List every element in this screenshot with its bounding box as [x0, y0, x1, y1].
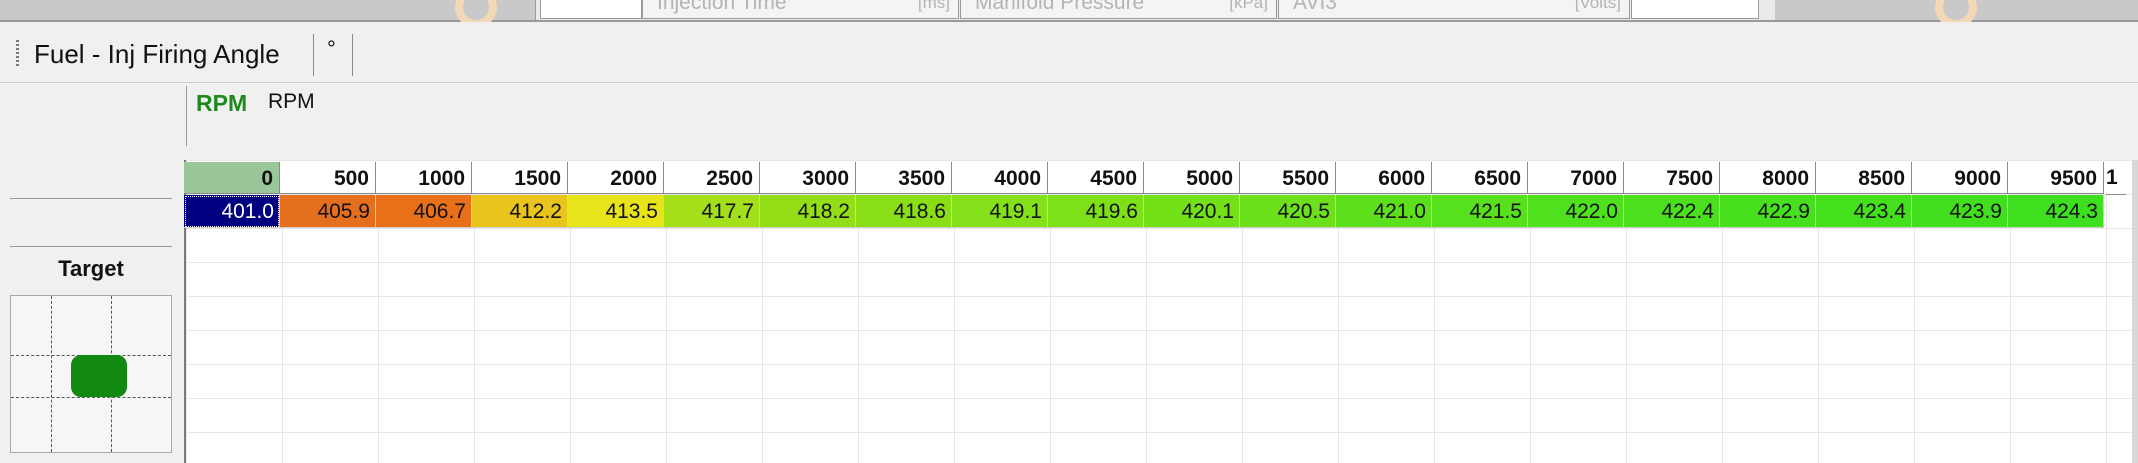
table-cell[interactable]: 421.5 — [1432, 195, 1528, 228]
table-cell[interactable]: 423.4 — [1816, 195, 1912, 228]
scrollbar-edge[interactable] — [2132, 160, 2138, 463]
channel-name: AVI3 — [1293, 0, 1337, 14]
column-header-0[interactable]: 0 — [184, 162, 280, 194]
channel-injection-time: Injection Time [ms] — [642, 0, 959, 19]
gauge-panel-left — [0, 0, 536, 28]
channel-unit: [ms] — [917, 0, 950, 12]
column-header-4000[interactable]: 4000 — [952, 162, 1048, 194]
column-header-6500[interactable]: 6500 — [1432, 162, 1528, 194]
column-header-5000[interactable]: 5000 — [1144, 162, 1240, 194]
table-cell[interactable]: 424.3 — [2008, 195, 2104, 228]
table-cell[interactable]: 418.6 — [856, 195, 952, 228]
channel-unit: [Volts] — [1574, 0, 1621, 12]
divider — [10, 246, 172, 247]
channel-strip: Injection Time [ms] Manifold Pressure [k… — [0, 0, 2138, 28]
channel-value-box — [1631, 0, 1759, 19]
table-cell[interactable]: 419.1 — [952, 195, 1048, 228]
table-cell[interactable]: 412.2 — [472, 195, 568, 228]
table-cell[interactable]: 418.2 — [760, 195, 856, 228]
column-header-1000[interactable]: 1000 — [376, 162, 472, 194]
gauge-panel-right — [1775, 0, 2138, 28]
column-header-7500[interactable]: 7500 — [1624, 162, 1720, 194]
table-cell[interactable]: 423.9 — [1912, 195, 2008, 228]
table-cell[interactable]: 417.7 — [664, 195, 760, 228]
column-header-5500[interactable]: 5500 — [1240, 162, 1336, 194]
column-header-8500[interactable]: 8500 — [1816, 162, 1912, 194]
column-header-500[interactable]: 500 — [280, 162, 376, 194]
crosshair-line — [11, 397, 171, 398]
toolbar-grip-icon[interactable] — [16, 40, 19, 66]
column-header-3000[interactable]: 3000 — [760, 162, 856, 194]
table-unit: ° — [327, 36, 336, 61]
table-cell[interactable]: 405.9 — [280, 195, 376, 228]
target-label: Target — [58, 256, 124, 281]
channel-name: Injection Time — [657, 0, 787, 14]
channel-value-box — [540, 0, 642, 19]
column-header-7000[interactable]: 7000 — [1528, 162, 1624, 194]
column-header-1500[interactable]: 1500 — [472, 162, 568, 194]
table-cell[interactable]: 413.5 — [568, 195, 664, 228]
target-marker — [71, 355, 127, 397]
channel-avi3: AVI3 [Volts] — [1278, 0, 1630, 19]
column-header-overflow[interactable]: 1 — [2106, 162, 2126, 195]
column-header-4500[interactable]: 4500 — [1048, 162, 1144, 194]
axis-short-name: RPM — [196, 90, 248, 116]
table-cell[interactable]: 421.0 — [1336, 195, 1432, 228]
channel-manifold-pressure: Manifold Pressure [kPa] — [960, 0, 1277, 19]
crosshair-line — [51, 296, 52, 452]
table-cell[interactable]: 420.1 — [1144, 195, 1240, 228]
channel-unit: [kPa] — [1229, 0, 1268, 12]
column-header-9500[interactable]: 9500 — [2008, 162, 2104, 194]
axis-divider — [186, 86, 187, 146]
column-header-2000[interactable]: 2000 — [568, 162, 664, 194]
table-cell[interactable]: 422.9 — [1720, 195, 1816, 228]
column-header-6000[interactable]: 6000 — [1336, 162, 1432, 194]
table-cell[interactable]: 422.0 — [1528, 195, 1624, 228]
table-cell[interactable]: 420.5 — [1240, 195, 1336, 228]
target-view[interactable] — [10, 295, 172, 453]
table-cell[interactable]: 401.0 — [184, 195, 280, 228]
axis-name: RPM — [268, 90, 315, 113]
column-header-3500[interactable]: 3500 — [856, 162, 952, 194]
table-cell[interactable]: 422.4 — [1624, 195, 1720, 228]
column-header-9000[interactable]: 9000 — [1912, 162, 2008, 194]
table-cell[interactable]: 419.6 — [1048, 195, 1144, 228]
channel-name: Manifold Pressure — [975, 0, 1145, 14]
divider — [10, 198, 172, 199]
separator — [352, 34, 353, 76]
column-header-2500[interactable]: 2500 — [664, 162, 760, 194]
table-titlebar — [0, 22, 2138, 83]
table-cell[interactable]: 406.7 — [376, 195, 472, 228]
column-header-8000[interactable]: 8000 — [1720, 162, 1816, 194]
table-title: Fuel - Inj Firing Angle — [34, 39, 280, 69]
separator — [313, 34, 314, 76]
